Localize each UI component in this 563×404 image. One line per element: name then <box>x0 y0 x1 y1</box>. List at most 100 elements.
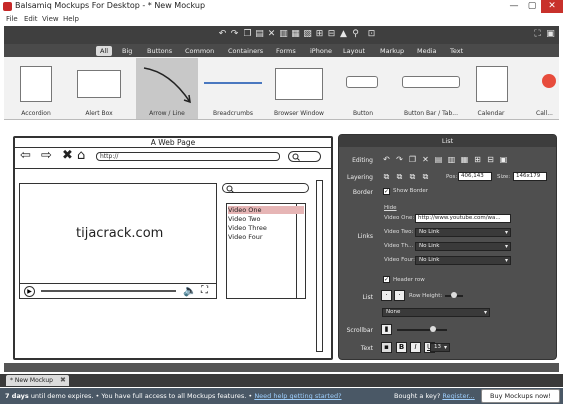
library-label: Call... <box>536 110 553 117</box>
volume-icon: 🔈 <box>183 284 197 297</box>
pos-field[interactable]: 406,143 <box>458 172 492 181</box>
tab-big[interactable]: Big <box>118 46 136 56</box>
duplicate-icon[interactable]: ▦ <box>291 30 300 39</box>
tab-layout[interactable]: Layout <box>339 46 369 56</box>
tab-markup[interactable]: Markup <box>376 46 408 56</box>
bring-front-icon[interactable]: ⧉ <box>382 172 391 182</box>
bring-front-icon[interactable]: ▲ <box>339 30 348 39</box>
row-height-slider-handle[interactable] <box>451 292 457 298</box>
video-four-label: Video Four: <box>384 257 415 263</box>
list-item[interactable]: Video Two <box>228 215 260 223</box>
video-one-link-field[interactable]: http://www.youtube.com/wa... <box>415 214 511 223</box>
links-label: Links <box>357 233 373 240</box>
list-style-button-1[interactable]: · <box>381 290 392 301</box>
cut-icon[interactable]: ✕ <box>267 30 276 39</box>
redo-icon[interactable]: ↷ <box>395 155 404 164</box>
send-backward-icon[interactable]: ⧉ <box>408 172 417 182</box>
mockup-url-field: http:// <box>96 152 280 161</box>
undo-icon[interactable]: ↶ <box>218 30 227 39</box>
size-field[interactable]: 146x179 <box>513 172 547 181</box>
scrollbar-toggle[interactable]: ▮ <box>381 324 392 335</box>
bring-forward-icon[interactable]: ⧉ <box>395 172 404 182</box>
group-icon[interactable]: ⊞ <box>315 30 324 39</box>
menu-file[interactable]: File <box>6 15 18 23</box>
menu-edit[interactable]: Edit <box>24 15 38 23</box>
lock-icon[interactable]: ▧ <box>303 30 312 39</box>
list-style-button-2[interactable]: · <box>394 290 405 301</box>
delete-icon[interactable]: ▥ <box>279 30 288 39</box>
close-icon[interactable]: ✖ <box>60 376 66 384</box>
breadcrumbs-thumb <box>204 82 262 84</box>
undo-icon[interactable]: ↶ <box>382 155 391 164</box>
help-link[interactable]: Need help getting started? <box>254 392 341 400</box>
tab-common[interactable]: Common <box>181 46 218 56</box>
header-row-checkbox[interactable]: ✓ <box>383 276 390 283</box>
maximize-button[interactable]: ▢ <box>523 0 541 13</box>
video-four-link-select[interactable]: No Link <box>415 256 511 265</box>
video-list-scrollbar <box>296 204 305 298</box>
delete-icon[interactable]: ▥ <box>447 155 456 164</box>
library-accordion[interactable]: Accordion <box>5 58 67 119</box>
scrollbar-slider[interactable] <box>397 329 447 331</box>
minimize-button[interactable]: — <box>505 0 523 13</box>
video-three-link-select[interactable]: No Link <box>415 242 511 251</box>
settings-icon[interactable]: ▣ <box>546 30 555 39</box>
library-button-bar[interactable]: Button Bar / Tab... <box>396 58 466 119</box>
tab-forms[interactable]: Forms <box>272 46 300 56</box>
show-border-checkbox[interactable]: ✓ <box>383 188 390 195</box>
duplicate-icon[interactable]: ▦ <box>460 155 469 164</box>
bold-button[interactable]: B <box>396 342 407 353</box>
send-back-icon[interactable]: ⊡ <box>367 30 376 39</box>
home-icon: ⌂ <box>77 148 86 163</box>
demo-message: until demo expires. • You have full acce… <box>30 392 253 400</box>
tab-media[interactable]: Media <box>413 46 441 56</box>
menu-help[interactable]: Help <box>63 15 79 23</box>
library-breadcrumbs[interactable]: Breadcrumbs <box>200 58 266 119</box>
copy-icon[interactable]: ❐ <box>408 155 417 164</box>
paste-icon[interactable]: ▤ <box>255 30 264 39</box>
mockup-title: A Web Page <box>150 138 196 147</box>
library-browser-window[interactable]: Browser Window <box>268 58 330 119</box>
ungroup-icon[interactable]: ⊟ <box>327 30 336 39</box>
video-two-link-select[interactable]: No Link <box>415 228 511 237</box>
paste-icon[interactable]: ▤ <box>434 155 443 164</box>
cut-icon[interactable]: ✕ <box>421 155 430 164</box>
italic-button[interactable]: I <box>410 342 421 353</box>
font-size-select[interactable]: 13 <box>430 343 450 352</box>
menu-view[interactable]: View <box>42 15 59 23</box>
send-back-icon[interactable]: ⧉ <box>421 172 430 182</box>
window-title: Balsamiq Mockups For Desktop - * New Moc… <box>15 1 206 10</box>
buy-now-button[interactable]: Buy Mockups now! <box>481 389 560 403</box>
border-label: Border <box>352 189 373 196</box>
close-button[interactable]: ✕ <box>541 0 563 13</box>
library-alert-box[interactable]: Alert Box <box>68 58 130 119</box>
group-icon[interactable]: ⊞ <box>473 155 482 164</box>
list-item[interactable]: Video One <box>228 206 304 214</box>
redo-icon[interactable]: ↷ <box>230 30 239 39</box>
tab-iphone[interactable]: iPhone <box>306 46 336 56</box>
list-item[interactable]: Video Four <box>228 233 263 241</box>
tab-text[interactable]: Text <box>446 46 467 56</box>
video-two-label: Video Two: <box>384 229 414 235</box>
scrollbar-slider-handle[interactable] <box>430 326 436 332</box>
ungroup-icon[interactable]: ⊟ <box>486 155 495 164</box>
library-button[interactable]: Button <box>332 58 394 119</box>
list-item[interactable]: Video Three <box>228 224 267 232</box>
search-icon <box>226 185 234 193</box>
tab-buttons[interactable]: Buttons <box>143 46 176 56</box>
list-style-select[interactable]: None <box>382 308 490 317</box>
library-callout[interactable]: Call... <box>530 58 559 119</box>
copy-icon[interactable]: ❐ <box>243 30 252 39</box>
tab-all[interactable]: All <box>96 46 113 56</box>
accordion-thumb <box>20 66 52 102</box>
library-arrow-line[interactable]: Arrow / Line <box>136 58 198 119</box>
search-icon[interactable]: ⚲ <box>351 30 360 39</box>
text-color-button[interactable]: ▪ <box>381 342 392 353</box>
library-calendar[interactable]: Calendar <box>468 58 514 119</box>
hide-link[interactable]: Hide <box>384 205 397 211</box>
tab-containers[interactable]: Containers <box>224 46 267 56</box>
lock-icon[interactable]: ▣ <box>499 155 508 164</box>
register-link[interactable]: Register... <box>442 392 474 400</box>
document-tab-bar <box>0 374 563 387</box>
fullscreen-icon[interactable]: ⛶ <box>533 30 542 39</box>
